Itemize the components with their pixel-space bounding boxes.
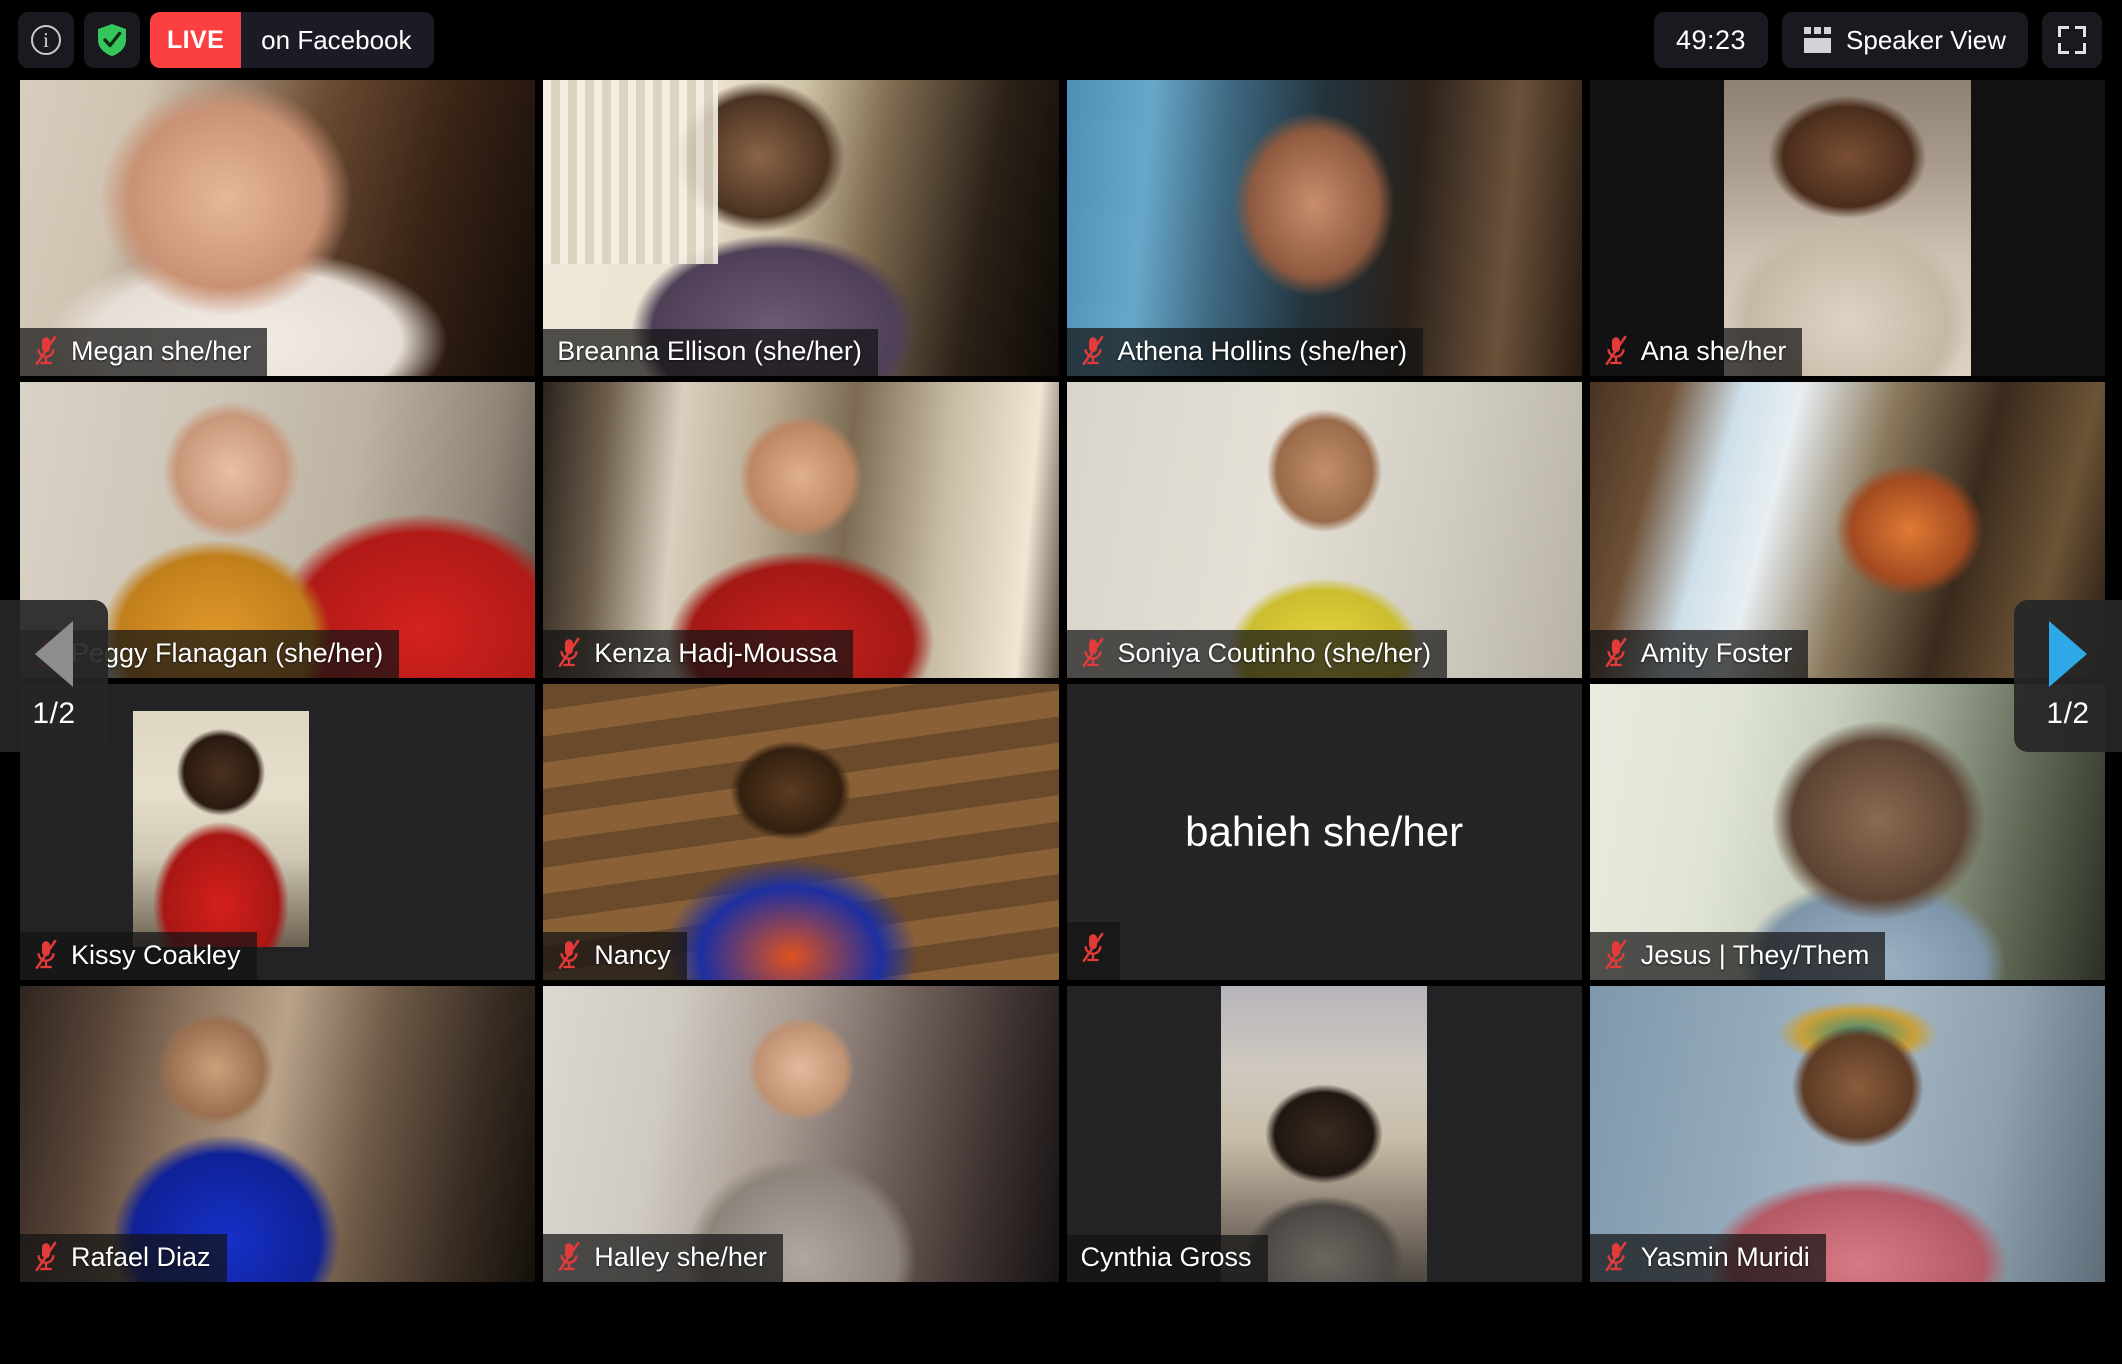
participant-tile[interactable]: Soniya Coutinho (she/her) bbox=[1066, 382, 1582, 678]
participant-tile[interactable]: Athena Hollins (she/her) bbox=[1066, 80, 1582, 376]
participant-nameplate: Amity Foster bbox=[1589, 630, 1809, 678]
gallery-next-page-button[interactable]: 1/2 bbox=[2014, 600, 2122, 752]
participant-nameplate: Soniya Coutinho (she/her) bbox=[1066, 630, 1448, 678]
participant-name: Megan she/her bbox=[71, 335, 252, 366]
microphone-muted-icon bbox=[35, 1241, 57, 1272]
meeting-security-button[interactable] bbox=[84, 12, 140, 68]
fullscreen-button[interactable] bbox=[2042, 12, 2102, 68]
participant-name: Cynthia Gross bbox=[1080, 1242, 1252, 1272]
participant-name: Ana she/her bbox=[1640, 335, 1787, 366]
participant-tile[interactable]: Breanna Ellison (she/her) bbox=[543, 80, 1059, 376]
participant-nameplate: Kenza Hadj-Moussa bbox=[543, 630, 854, 678]
zoom-meeting-window: i LIVE on Facebook 49:23 Speaker View Me… bbox=[0, 0, 2122, 1364]
microphone-muted-icon bbox=[35, 939, 57, 970]
participant-name: Jesus | They/Them bbox=[1640, 939, 1870, 970]
participant-gallery-grid: Megan she/her Breanna Ellison (she/her) bbox=[20, 80, 2105, 1282]
participant-name: Kissy Coakley bbox=[71, 939, 241, 970]
microphone-muted-icon bbox=[1081, 335, 1104, 366]
microphone-muted-icon bbox=[35, 335, 57, 366]
participant-tile[interactable]: Kenza Hadj-Moussa bbox=[543, 382, 1059, 678]
participant-tile[interactable]: bahieh she/her bbox=[1066, 684, 1582, 980]
participant-nameplate: Athena Hollins (she/her) bbox=[1066, 328, 1424, 376]
microphone-muted-icon bbox=[1604, 637, 1627, 668]
participant-nameplate: Cynthia Gross bbox=[1066, 1235, 1268, 1282]
microphone-muted-icon bbox=[558, 637, 581, 668]
microphone-muted-icon bbox=[1081, 637, 1104, 668]
gallery-previous-page-button[interactable]: 1/2 bbox=[0, 600, 108, 752]
meeting-timer: 49:23 bbox=[1653, 12, 1769, 68]
view-mode-label: Speaker View bbox=[1846, 24, 2006, 55]
microphone-muted-icon bbox=[1604, 1241, 1627, 1272]
live-streaming-indicator[interactable]: LIVE on Facebook bbox=[150, 12, 434, 68]
participant-nameplate: Jesus | They/Them bbox=[1589, 932, 1886, 980]
participant-nameplate: Megan she/her bbox=[20, 328, 268, 376]
info-circle-icon: i bbox=[31, 25, 61, 55]
shield-check-icon bbox=[96, 23, 128, 57]
microphone-muted-icon bbox=[1081, 932, 1104, 963]
next-page-indicator: 1/2 bbox=[2046, 697, 2090, 730]
participant-nameplate: Kissy Coakley bbox=[20, 932, 257, 980]
participant-name: Peggy Flanagan (she/her) bbox=[71, 637, 384, 668]
participant-nameplate: Ana she/her bbox=[1589, 328, 1803, 376]
participant-name: Yasmin Muridi bbox=[1640, 1241, 1810, 1272]
participant-tile[interactable]: Nancy bbox=[543, 684, 1059, 980]
meeting-top-bar: i LIVE on Facebook 49:23 Speaker View bbox=[0, 0, 2122, 80]
microphone-muted-icon bbox=[1604, 939, 1627, 970]
chevron-right-icon bbox=[2049, 621, 2087, 687]
previous-page-indicator: 1/2 bbox=[32, 697, 76, 730]
participant-tile[interactable]: Yasmin Muridi bbox=[1589, 986, 2105, 1282]
top-bar-right-controls: 49:23 Speaker View bbox=[1653, 12, 2102, 68]
participant-name: Athena Hollins (she/her) bbox=[1117, 335, 1408, 366]
participant-nameplate: Nancy bbox=[543, 932, 687, 980]
participant-name: Breanna Ellison (she/her) bbox=[557, 336, 862, 366]
participant-name: Soniya Coutinho (she/her) bbox=[1117, 637, 1432, 668]
participant-tile[interactable]: Halley she/her bbox=[543, 986, 1059, 1282]
participant-tile-active-speaker[interactable]: Cynthia Gross bbox=[1066, 986, 1582, 1282]
participant-name: Kenza Hadj-Moussa bbox=[594, 637, 838, 668]
participant-nameplate: Breanna Ellison (she/her) bbox=[543, 329, 878, 376]
gallery-grid-icon bbox=[1804, 27, 1832, 53]
participant-name: Halley she/her bbox=[594, 1241, 767, 1272]
live-stream-target: on Facebook bbox=[241, 12, 434, 68]
participant-name-centered: bahieh she/her bbox=[1185, 808, 1464, 855]
participant-name: Nancy bbox=[594, 939, 671, 970]
participant-tile[interactable]: Megan she/her bbox=[20, 80, 536, 376]
microphone-muted-icon bbox=[1604, 335, 1627, 366]
participant-tile[interactable]: Rafael Diaz bbox=[20, 986, 536, 1282]
top-bar-left-controls: i LIVE on Facebook bbox=[18, 12, 434, 68]
microphone-muted-icon bbox=[558, 1241, 581, 1272]
view-mode-toggle-button[interactable]: Speaker View bbox=[1782, 12, 2028, 68]
microphone-muted-icon bbox=[558, 939, 581, 970]
participant-tile[interactable]: Ana she/her bbox=[1589, 80, 2105, 376]
meeting-info-button[interactable]: i bbox=[18, 12, 74, 68]
participant-name: Rafael Diaz bbox=[71, 1241, 211, 1272]
fullscreen-icon bbox=[2058, 26, 2086, 54]
participant-nameplate: Rafael Diaz bbox=[20, 1234, 227, 1282]
chevron-left-icon bbox=[35, 621, 73, 687]
participant-nameplate: Halley she/her bbox=[543, 1234, 783, 1282]
participant-name: Amity Foster bbox=[1640, 637, 1793, 668]
participant-nameplate: Yasmin Muridi bbox=[1589, 1234, 1826, 1282]
participant-mute-indicator bbox=[1066, 922, 1120, 980]
live-badge: LIVE bbox=[150, 12, 242, 68]
